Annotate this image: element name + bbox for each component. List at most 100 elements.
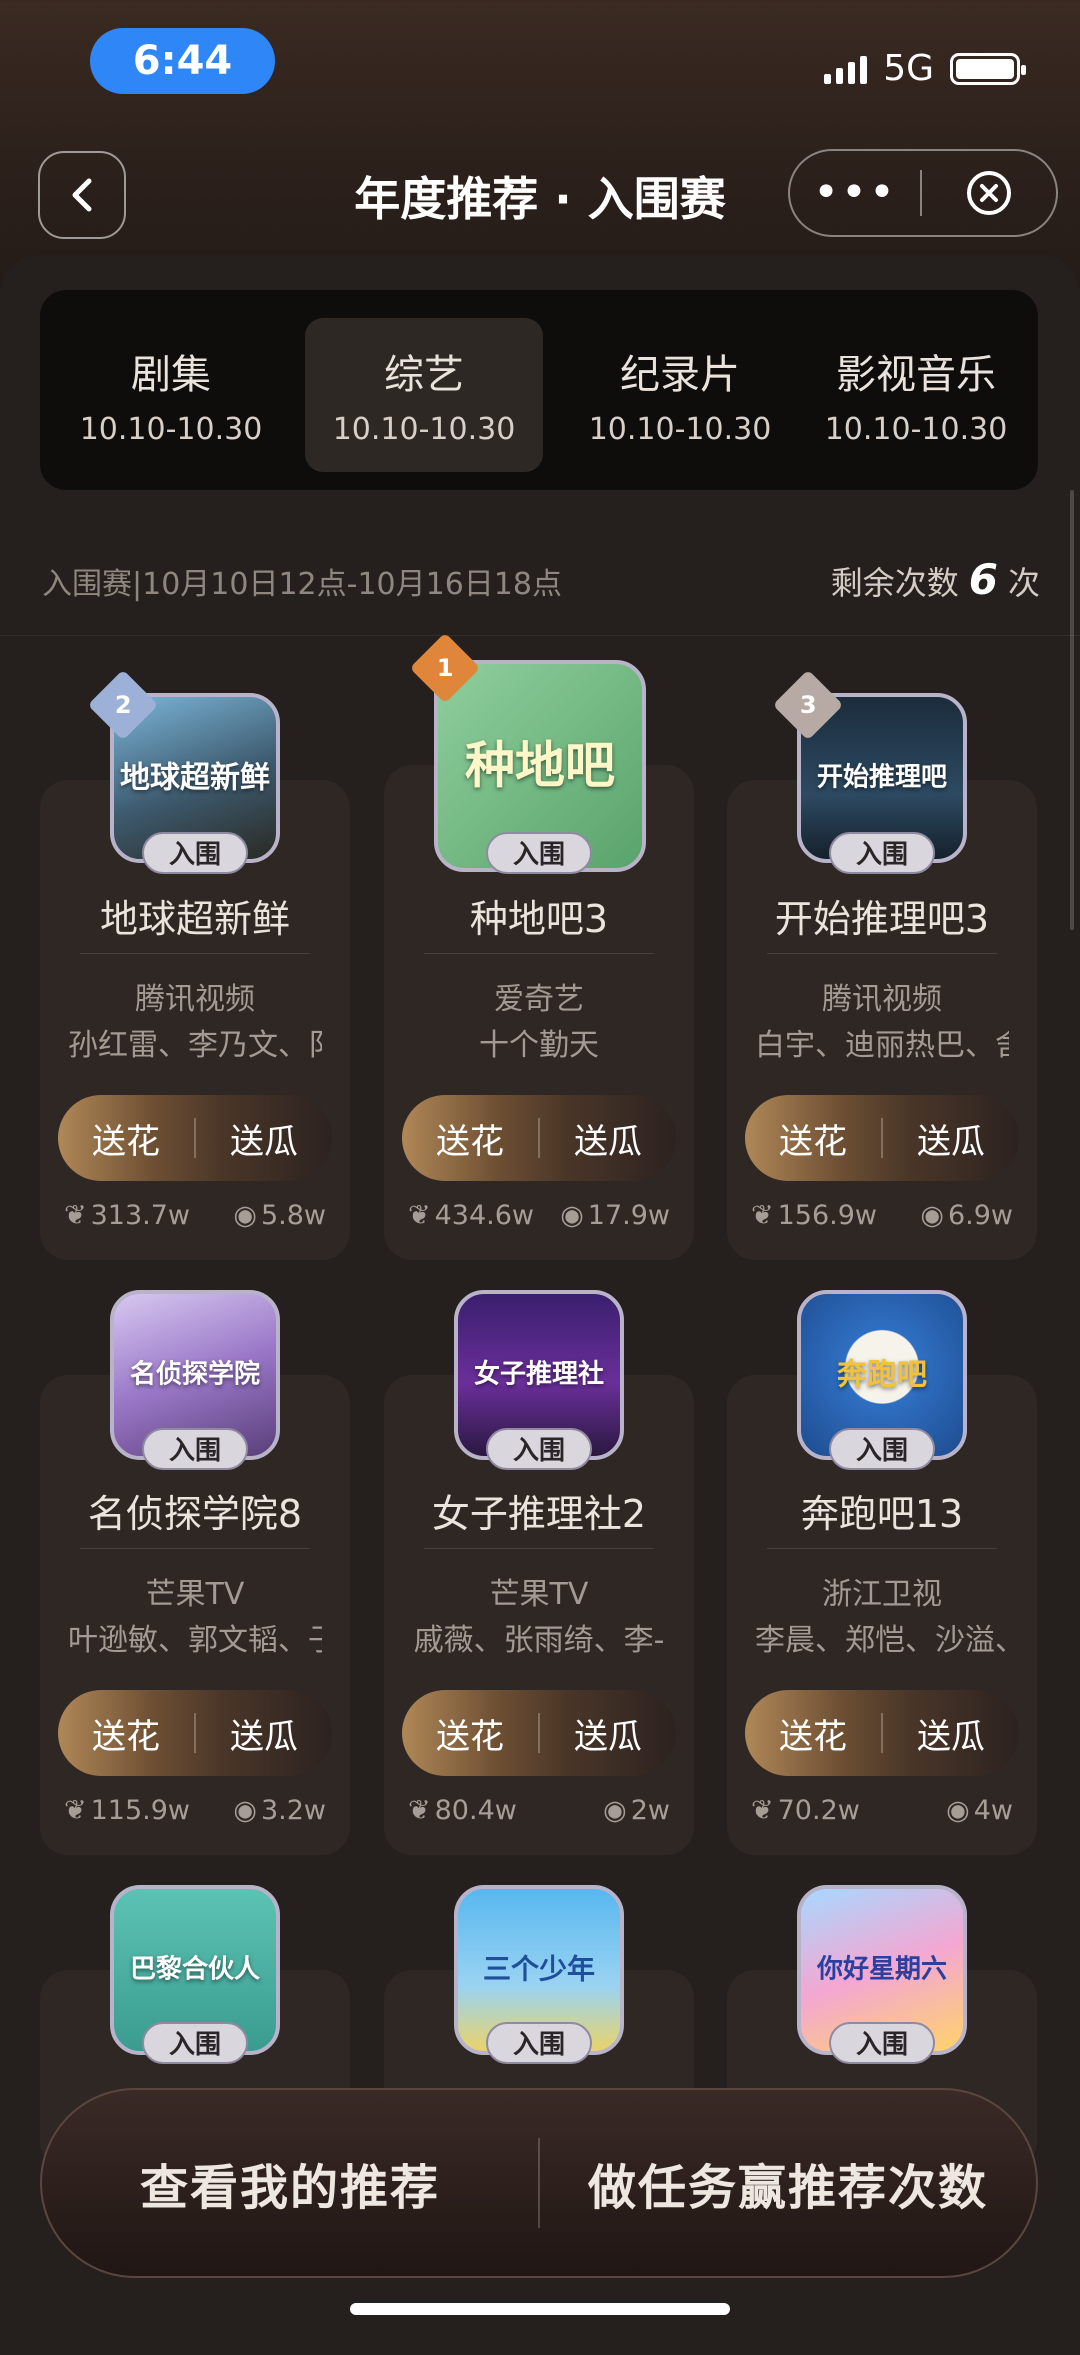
- battery-icon: [950, 52, 1026, 85]
- show-stats: ❦ 434.6w ◉ 17.9w: [408, 1200, 670, 1231]
- show-name: 开始推理吧3: [774, 897, 990, 941]
- tab-documentary[interactable]: 纪录片 10.10-10.30: [561, 318, 799, 472]
- show-name: 女子推理社2: [431, 1492, 647, 1536]
- show-cast: 孙红雷、李乃文、阝: [68, 1028, 322, 1063]
- flower-icon: ❦: [751, 1795, 774, 1826]
- cover-text: 女子推理社: [473, 1359, 604, 1390]
- show-cast: 十个勤天: [479, 1028, 599, 1063]
- melon-count: 6.9w: [947, 1200, 1013, 1231]
- show-platform: 腾讯视频: [135, 982, 255, 1017]
- qualified-tag: 入围: [829, 1428, 935, 1470]
- send-flower-button[interactable]: 送花: [402, 1114, 538, 1163]
- show-cast: 白宇、迪丽热巴、舍: [755, 1028, 1009, 1063]
- flower-icon: ❦: [64, 1795, 87, 1826]
- bottom-action-bar: 查看我的推荐 做任务赢推荐次数: [40, 2088, 1038, 2278]
- close-button[interactable]: [922, 169, 1056, 217]
- vote-buttons: 送花 送瓜: [58, 1095, 332, 1181]
- qualified-tag: 入围: [142, 832, 248, 874]
- show-stats: ❦ 313.7w ◉ 5.8w: [64, 1200, 326, 1231]
- show-platform: 爱奇艺: [494, 982, 584, 1017]
- tab-drama[interactable]: 剧集 10.10-10.30: [52, 318, 290, 472]
- show-platform: 浙江卫视: [822, 1577, 942, 1612]
- earn-votes-button[interactable]: 做任务赢推荐次数: [540, 2148, 1036, 2218]
- category-tabs: 剧集 10.10-10.30 综艺 10.10-10.30 纪录片 10.10-…: [40, 290, 1038, 490]
- tab-date: 10.10-10.30: [588, 412, 772, 447]
- show-name: 奔跑吧13: [800, 1492, 964, 1536]
- eye-icon: ◉: [920, 1200, 944, 1231]
- send-flower-button[interactable]: 送花: [58, 1114, 194, 1163]
- cover-text: 奔跑吧: [837, 1357, 927, 1393]
- close-circle-icon: [967, 171, 1011, 215]
- qualified-tag: 入围: [486, 2022, 592, 2064]
- cover-text: 三个少年: [482, 1952, 595, 1986]
- eye-icon: ◉: [946, 1795, 970, 1826]
- flower-icon: ❦: [408, 1795, 431, 1826]
- melon-count: 2w: [630, 1795, 670, 1826]
- status-time: 6:44: [90, 28, 275, 94]
- show-platform: 芒果TV: [489, 1577, 589, 1612]
- vote-buttons: 送花 送瓜: [402, 1095, 676, 1181]
- tab-date: 10.10-10.30: [79, 412, 263, 447]
- send-melon-button[interactable]: 送瓜: [540, 1709, 676, 1758]
- scrollbar[interactable]: [1070, 490, 1074, 930]
- flower-count: 434.6w: [434, 1200, 535, 1231]
- tab-label: 剧集: [131, 352, 211, 398]
- remaining-label: 剩余次数: [830, 564, 959, 602]
- send-flower-button[interactable]: 送花: [58, 1709, 194, 1758]
- tab-date: 10.10-10.30: [332, 412, 516, 447]
- flower-icon: ❦: [408, 1200, 431, 1231]
- show-cast: 戚薇、张雨绮、李-: [413, 1623, 665, 1658]
- vote-buttons: 送花 送瓜: [58, 1690, 332, 1776]
- eye-icon: ◉: [233, 1795, 257, 1826]
- melon-count: 17.9w: [587, 1200, 670, 1231]
- show-stats: ❦ 115.9w ◉ 3.2w: [64, 1795, 326, 1826]
- network-type: 5G: [883, 48, 934, 89]
- round-info: 入围赛|10月10日12点-10月16日18点 剩余次数 6 次: [42, 555, 1040, 605]
- show-cast: 叶逊敏、郭文韬、子: [68, 1623, 322, 1658]
- tab-label: 影视音乐: [836, 352, 996, 398]
- show-name: 种地吧3: [469, 897, 609, 941]
- flower-count: 313.7w: [90, 1200, 191, 1231]
- flower-count: 80.4w: [434, 1795, 517, 1826]
- flower-count: 115.9w: [90, 1795, 191, 1826]
- remaining-unit: 次: [1007, 564, 1040, 602]
- qualified-tag: 入围: [142, 2022, 248, 2064]
- send-flower-button[interactable]: 送花: [745, 1114, 881, 1163]
- send-melon-button[interactable]: 送瓜: [883, 1114, 1019, 1163]
- show-platform: 腾讯视频: [822, 982, 942, 1017]
- send-flower-button[interactable]: 送花: [745, 1709, 881, 1758]
- cover-text: 地球超新鲜: [120, 760, 270, 796]
- nav-bar: 年度推荐 · 入围赛 •••: [0, 145, 1080, 245]
- show-stats: ❦ 70.2w ◉ 4w: [751, 1795, 1013, 1826]
- eye-icon: ◉: [603, 1795, 627, 1826]
- my-recommendations-button[interactable]: 查看我的推荐: [42, 2148, 538, 2218]
- more-button[interactable]: •••: [790, 171, 920, 215]
- send-melon-button[interactable]: 送瓜: [196, 1114, 332, 1163]
- send-melon-button[interactable]: 送瓜: [883, 1709, 1019, 1758]
- flower-icon: ❦: [751, 1200, 774, 1231]
- show-stats: ❦ 156.9w ◉ 6.9w: [751, 1200, 1013, 1231]
- status-icons: 5G: [824, 48, 1026, 89]
- send-melon-button[interactable]: 送瓜: [540, 1114, 676, 1163]
- home-indicator[interactable]: [350, 2303, 730, 2315]
- eye-icon: ◉: [233, 1200, 257, 1231]
- cellular-signal-icon: [824, 54, 868, 84]
- qualified-tag: 入围: [829, 832, 935, 874]
- qualified-tag: 入围: [829, 2022, 935, 2064]
- send-flower-button[interactable]: 送花: [402, 1709, 538, 1758]
- flower-count: 156.9w: [777, 1200, 878, 1231]
- tab-variety[interactable]: 综艺 10.10-10.30: [305, 318, 543, 472]
- qualified-tag: 入围: [486, 1428, 592, 1470]
- cover-text: 你好星期六: [816, 1954, 947, 1985]
- melon-count: 4w: [973, 1795, 1013, 1826]
- remaining-count: 6: [968, 555, 998, 604]
- show-name: 名侦探学院8: [87, 1492, 303, 1536]
- vote-buttons: 送花 送瓜: [745, 1095, 1019, 1181]
- cover-text: 种地吧: [465, 736, 615, 795]
- status-bar: 6:44 5G: [0, 0, 1080, 130]
- tab-film-music[interactable]: 影视音乐 10.10-10.30: [797, 318, 1035, 472]
- send-melon-button[interactable]: 送瓜: [196, 1709, 332, 1758]
- remaining-votes: 剩余次数 6 次: [831, 555, 1040, 604]
- vote-buttons: 送花 送瓜: [402, 1690, 676, 1776]
- flower-icon: ❦: [64, 1200, 87, 1231]
